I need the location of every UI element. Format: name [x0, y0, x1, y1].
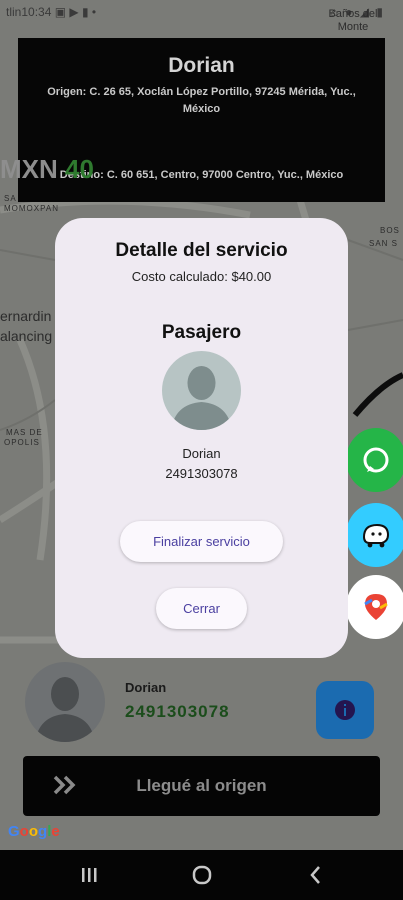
price-amount: 40: [65, 154, 94, 184]
passenger-phone: 2491303078: [165, 466, 238, 481]
close-button[interactable]: Cerrar: [156, 588, 247, 629]
google-logo-letter: g: [38, 823, 48, 840]
passenger-avatar: [162, 351, 241, 430]
price-currency: MXN: [0, 154, 58, 184]
service-detail-dialog: Detalle del servicio Costo calculado: $4…: [55, 218, 348, 658]
arrived-origin-slider[interactable]: Llegué al origen: [23, 756, 380, 816]
finish-service-button[interactable]: Finalizar servicio: [120, 521, 283, 562]
map-label-tlalancingo: alancing: [0, 328, 53, 344]
passenger-name: Dorian: [182, 446, 221, 461]
recent-apps-icon[interactable]: [82, 868, 97, 882]
whatsapp-button[interactable]: [346, 428, 403, 492]
google-logo-letter: o: [19, 823, 29, 840]
trip-origin: Origen: C. 26 65, Xoclán López Portillo,…: [47, 86, 356, 115]
trip-price: MXN 40: [0, 154, 403, 185]
user-silhouette-icon: [35, 677, 95, 742]
driver-panel-phone: 2491303078: [125, 702, 230, 721]
calculated-cost: Costo calculado: $40.00: [131, 269, 272, 284]
info-button[interactable]: [316, 681, 374, 739]
map-label-san-s: SAN S: [369, 239, 399, 248]
google-logo-letter: o: [28, 823, 39, 840]
status-clock: 10:34: [21, 5, 52, 19]
map-label-banos: Baños del Monte: [328, 8, 378, 33]
whatsapp-icon: [363, 447, 389, 473]
notification-icons: ▣ ▶ ▮ •: [54, 5, 97, 19]
dialog-title: Detalle del servicio: [115, 240, 288, 261]
arrived-origin-label: Llegué al origen: [136, 776, 267, 795]
google-maps-icon: [364, 594, 388, 620]
map-label-bernardino: ernardin: [0, 308, 52, 324]
trip-passenger-name: Dorian: [168, 54, 235, 77]
user-silhouette-icon: [171, 366, 232, 430]
home-icon[interactable]: [192, 865, 212, 885]
driver-avatar: [25, 662, 105, 742]
back-icon[interactable]: [310, 866, 320, 884]
info-icon: [335, 700, 355, 720]
google-logo-letter: G: [8, 823, 20, 840]
waze-icon: [362, 523, 390, 548]
driver-panel-name: Dorian: [125, 680, 167, 695]
google-logo: Google: [8, 823, 60, 840]
status-carrier: tlin: [6, 5, 22, 19]
map-label-bos: BOS: [380, 226, 400, 235]
map-label-opolis: OPOLIS: [4, 438, 40, 447]
google-maps-button[interactable]: [346, 575, 403, 639]
app-screen: tlin10:34 ▣ ▶ ▮ • ⌂ ● ◢ ▮ Baños del Mont…: [0, 0, 403, 850]
map-label-momoxpan: MOMOXPAN: [4, 204, 59, 213]
google-logo-letter: e: [51, 823, 60, 840]
system-navigation-bar: [0, 850, 403, 900]
passenger-heading: Pasajero: [161, 322, 242, 343]
status-time: tlin10:34 ▣ ▶ ▮ •: [6, 5, 96, 19]
waze-button[interactable]: [346, 503, 403, 567]
